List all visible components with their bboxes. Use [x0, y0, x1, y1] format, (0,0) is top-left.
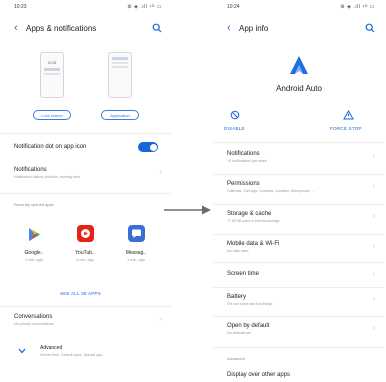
- status-bar: 10:23 ⚙ ◈ .ıll ⁴ᴳ ▭: [0, 0, 172, 14]
- application-preview: [108, 52, 132, 98]
- app-time: 3 min. ago: [76, 258, 94, 262]
- app-time: 1 min. ago: [127, 258, 145, 262]
- chevron-down-icon[interactable]: [18, 348, 26, 354]
- notifications-title: Notifications: [14, 167, 47, 173]
- item-sub: ~0 notifications per week: [227, 159, 267, 163]
- notification-dot-toggle[interactable]: [138, 142, 158, 152]
- disable-button[interactable]: DISABLE: [224, 126, 245, 131]
- app-bar: ‹ Apps & notifications: [0, 14, 172, 42]
- notification-dot-row[interactable]: Notification dot on app icon: [14, 142, 162, 152]
- status-icons: ⚙ ◈ .ıll ⁴ᴳ ▭: [340, 4, 375, 10]
- divider: [0, 306, 172, 307]
- divider: [213, 142, 385, 143]
- display-over-apps-row[interactable]: Display over other apps: [227, 372, 375, 378]
- chevron-right-icon: ›: [372, 213, 375, 220]
- force-stop-button[interactable]: FORCE STOP: [330, 126, 362, 131]
- preview-time: 10:28: [47, 61, 57, 65]
- chevron-right-icon: ›: [159, 169, 162, 176]
- application-button[interactable]: Application: [101, 110, 139, 120]
- item-sub: Calendar, Call logs, Contacts, Location,…: [227, 189, 315, 193]
- app-name: Messag..: [125, 250, 147, 256]
- divider: [213, 347, 385, 348]
- search-icon[interactable]: [152, 23, 162, 33]
- status-bar: 10:24 ⚙ ◈ .ıll ⁴ᴳ ▭: [213, 0, 385, 14]
- see-all-apps-link[interactable]: SEE ALL 39 APPS: [60, 291, 101, 296]
- permissions-row[interactable]: Permissions Calendar, Call logs, Contact…: [227, 181, 375, 193]
- chevron-right-icon: ›: [372, 325, 375, 332]
- item-sub: No defaults set: [227, 331, 251, 335]
- conversations-row[interactable]: Conversations No priority conversations …: [14, 314, 162, 326]
- app-info-screen: 10:24 ⚙ ◈ .ıll ⁴ᴳ ▭ ‹ App info Android A…: [213, 0, 385, 382]
- chevron-right-icon: ›: [372, 271, 375, 278]
- item-title: Permissions: [227, 181, 260, 187]
- app-name: YouTub..: [75, 250, 95, 256]
- chevron-right-icon: ›: [372, 243, 375, 250]
- divider: [213, 174, 385, 175]
- open-by-default-row[interactable]: Open by default No defaults set ›: [227, 323, 375, 335]
- divider: [213, 262, 385, 263]
- lock-screen-button[interactable]: Lock screen: [33, 110, 71, 120]
- item-title: Storage & cache: [227, 211, 272, 217]
- advanced-row[interactable]: Advanced Screen time, Default apps, Spec…: [40, 345, 162, 357]
- android-auto-icon: [290, 56, 308, 74]
- app-time: 1 min. ago: [25, 258, 43, 262]
- storage-cache-row[interactable]: Storage & cache 77.82 kB used in interna…: [227, 211, 375, 223]
- chevron-right-icon: ›: [372, 153, 375, 160]
- apps-notifications-screen: 10:23 ⚙ ◈ .ıll ⁴ᴳ ▭ ‹ Apps & notificatio…: [0, 0, 172, 382]
- item-title: Screen time: [227, 271, 260, 277]
- divider: [0, 133, 172, 134]
- advanced-title: Advanced: [40, 345, 63, 351]
- transition-arrow-icon: [164, 205, 211, 215]
- advanced-sub: Screen time, Default apps, Special app..: [40, 353, 105, 357]
- mobile-data-row[interactable]: Mobile data & Wi-Fi No data used ›: [227, 241, 375, 253]
- page-title: App info: [239, 23, 269, 33]
- status-time: 10:23: [14, 4, 27, 10]
- preview-notification-bar: [44, 68, 60, 71]
- item-title: Battery: [227, 294, 247, 300]
- back-arrow-icon[interactable]: ‹: [227, 22, 239, 34]
- status-time: 10:24: [227, 4, 240, 10]
- item-title: Open by default: [227, 323, 270, 329]
- item-title: Notifications: [227, 151, 260, 157]
- disable-icon: [230, 110, 240, 120]
- play-store-icon[interactable]: [26, 226, 43, 243]
- app-name: Google..: [24, 250, 44, 256]
- chevron-right-icon: ›: [372, 296, 375, 303]
- lock-screen-preview: 10:28: [40, 52, 64, 98]
- notifications-row[interactable]: Notifications ~0 notifications per week …: [227, 151, 375, 163]
- item-sub: No data used: [227, 249, 249, 253]
- status-icons: ⚙ ◈ .ıll ⁴ᴳ ▭: [127, 4, 162, 10]
- page-title: Apps & notifications: [26, 23, 97, 33]
- divider: [0, 193, 172, 194]
- chevron-right-icon: ›: [159, 316, 162, 323]
- youtube-icon[interactable]: [77, 225, 94, 242]
- item-title: Mobile data & Wi-Fi: [227, 241, 280, 247]
- notifications-sub: Notification history, bubbles, recently …: [14, 175, 81, 179]
- divider: [213, 316, 385, 317]
- chevron-right-icon: ›: [372, 183, 375, 190]
- advanced-section-label: Advanced: [227, 356, 245, 361]
- item-sub: 77.82 kB used in internal storage: [227, 219, 280, 223]
- notifications-row[interactable]: Notifications Notification history, bubb…: [14, 167, 162, 179]
- app-name: Android Auto: [276, 84, 322, 93]
- preview-line: [112, 66, 128, 68]
- preview-notification-bar: [112, 57, 128, 60]
- messages-icon[interactable]: [128, 225, 145, 242]
- preview-line: [44, 73, 60, 75]
- preview-line: [112, 62, 128, 64]
- item-sub: 0% use since last full charge: [227, 302, 273, 306]
- divider: [213, 204, 385, 205]
- divider: [213, 234, 385, 235]
- back-arrow-icon[interactable]: ‹: [14, 22, 26, 34]
- conversations-sub: No priority conversations: [14, 322, 54, 326]
- recently-opened-label: Recently opened apps: [14, 202, 54, 207]
- conversations-title: Conversations: [14, 314, 53, 320]
- search-icon[interactable]: [365, 23, 375, 33]
- divider: [213, 287, 385, 288]
- item-title: Display over other apps: [227, 372, 291, 378]
- app-bar: ‹ App info: [213, 14, 385, 42]
- warning-icon: [343, 110, 354, 120]
- screen-time-row[interactable]: Screen time ›: [227, 271, 375, 278]
- battery-row[interactable]: Battery 0% use since last full charge ›: [227, 294, 375, 306]
